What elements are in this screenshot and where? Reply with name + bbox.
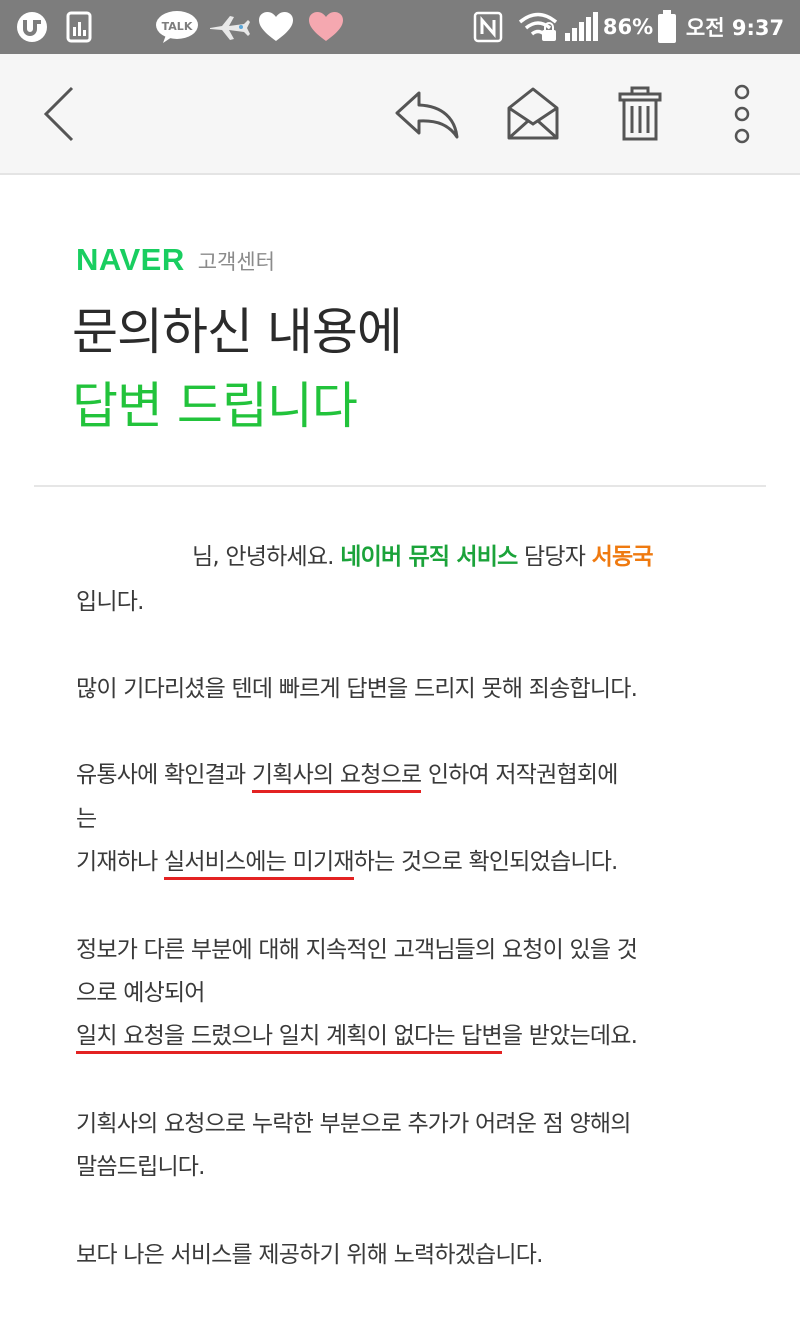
paragraph-request-line-2: 으로 예상되어 [76, 980, 205, 1006]
greeting-end: 입니다. [76, 589, 144, 615]
back-icon [43, 86, 74, 142]
status-bar: TALK 86% 오전 9:37 [0, 0, 800, 54]
chart-app-icon [62, 0, 96, 54]
heart-pink-icon [304, 0, 348, 54]
paragraph-result-line-1: 유통사에 확인결과 기획사의 요청으로 인하여 저작권협회에 [76, 758, 618, 793]
paragraph-result-line-3: 기재하나 실서비스에는 미기재하는 것으로 확인되었습니다. [76, 845, 618, 880]
naver-logo: NAVER [76, 242, 185, 277]
paragraph-apology-2-line-2: 말씀드립니다. [76, 1154, 205, 1180]
wifi-icon [516, 0, 560, 54]
underlined-text: 기획사의 요청으로 [251, 762, 422, 793]
agent-name: 서동국 [591, 544, 654, 570]
headline-line-2: 답변 드립니다 [72, 377, 358, 435]
u-plus-icon [12, 0, 52, 54]
paragraph-apology-2-line-1: 기획사의 요청으로 누락한 부분으로 추가가 어려운 점 양해의 [76, 1111, 631, 1137]
back-button[interactable] [24, 78, 96, 150]
paragraph-request-line-3: 일치 요청을 드렸으나 일치 계획이 없다는 답변을 받았는데요. [76, 1019, 638, 1054]
paragraph-result-line-2: 는 [76, 806, 97, 832]
underlined-text: 실서비스에는 미기재 [163, 849, 355, 880]
kakaotalk-icon: TALK [154, 0, 200, 54]
reply-button[interactable] [391, 78, 463, 150]
greeting-line: 님, 안녕하세요. 네이버 뮤직 서비스 담당자 서동국 [192, 544, 654, 570]
heart-white-icon [254, 0, 298, 54]
battery-icon [654, 0, 680, 54]
svg-text:TALK: TALK [162, 20, 193, 33]
headline-line-1: 문의하신 내용에 [72, 303, 403, 361]
paragraph-apology: 많이 기다리셨을 텐데 빠르게 답변을 드리지 못해 죄송합니다. [76, 676, 638, 702]
mark-unread-button[interactable] [497, 78, 569, 150]
clock: 오전 9:37 [685, 16, 785, 40]
paragraph-closing: 보다 나은 서비스를 제공하기 위해 노력하겠습니다. [76, 1242, 543, 1268]
more-icon [734, 84, 750, 144]
underlined-text: 일치 요청을 드렸으나 일치 계획이 없다는 답변 [76, 1023, 503, 1054]
trash-icon [618, 86, 662, 141]
brand-subtitle: 고객센터 [197, 250, 275, 274]
brand-header: NAVER 고객센터 [76, 240, 275, 276]
paragraph-request-line-1: 정보가 다른 부분에 대해 지속적인 고객님들의 요청이 있을 것 [76, 937, 638, 963]
signal-icon [562, 0, 600, 54]
more-button[interactable] [706, 78, 778, 150]
delete-button[interactable] [604, 78, 676, 150]
divider [34, 485, 766, 487]
mail-toolbar [0, 54, 800, 175]
nfc-icon [470, 0, 506, 54]
mail-open-icon [507, 87, 559, 140]
reply-icon [395, 91, 459, 139]
service-name: 네이버 뮤직 서비스 [340, 544, 518, 570]
battery-percent: 86% [602, 15, 654, 39]
airplane-icon [206, 0, 252, 54]
